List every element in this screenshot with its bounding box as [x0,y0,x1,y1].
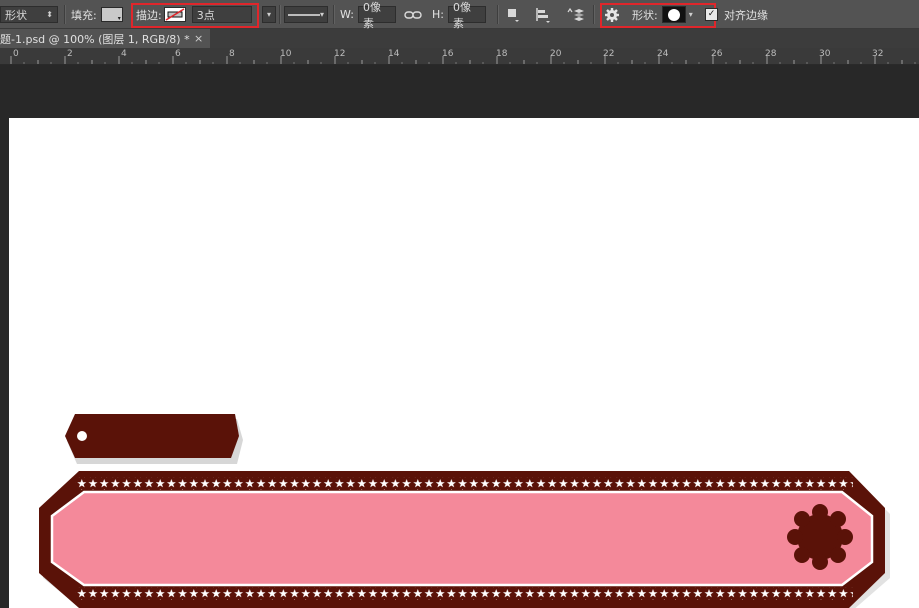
canvas-area[interactable] [0,65,919,608]
ruler-label: 0 [13,49,19,59]
ruler-label: 14 [388,49,400,59]
scalloped-badge[interactable] [787,504,853,570]
align-edges-label: 对齐边缘 [724,8,768,22]
height-value: 0像素 [452,0,471,30]
star-border-top [75,477,853,490]
ruler-label: 24 [657,49,669,59]
stroke-highlight-box [131,3,259,28]
stroke-type-select[interactable]: ▾ [284,0,328,29]
height-group: H: 0像素 [432,0,486,30]
banner-pink-panel [50,490,874,587]
ruler-label: 6 [175,49,181,59]
ruler-label: 18 [496,49,508,59]
ruler-label: 10 [280,49,292,59]
artwork [39,414,890,608]
path-operations-button[interactable] [506,0,520,29]
chevron-down-icon: ▾ [117,15,121,22]
ruler-label: 28 [765,49,777,59]
stroke-width-dropdown[interactable]: ▾ [262,0,276,29]
ruler-label: 30 [819,49,831,59]
chevron-down-icon: ▾ [319,10,324,19]
fill-label: 填充: [71,8,97,22]
ruler-label: 20 [550,49,562,59]
ruler-label: 2 [67,49,73,59]
ruler-label: 8 [229,49,235,59]
path-alignment-icon [536,7,550,23]
link-dimensions-button[interactable] [404,0,422,29]
tool-mode-value: 形状 [5,8,27,22]
tag-hole [77,431,87,441]
ruler-label: 22 [603,49,615,59]
document-tab-title: 题-1.psd @ 100% (图层 1, RGB/8) * [0,32,190,46]
chevron-up-down-icon: ⬍ [46,10,53,19]
divider [64,5,66,24]
align-edges-group: ✓ 对齐边缘 [705,0,768,29]
ruler-label: 32 [872,49,884,59]
ruler-label: 26 [711,49,723,59]
divider [593,5,595,24]
horizontal-ruler[interactable]: 0 2 4 6 8 10 12 14 16 18 20 22 24 26 28 … [0,48,919,65]
shape-highlight-box [600,3,716,28]
divider [497,5,499,24]
path-alignment-button[interactable] [535,0,551,29]
close-icon[interactable]: × [194,32,203,45]
ruler-label: 4 [121,49,127,59]
divider [279,5,281,24]
path-operations-icon [508,8,519,22]
link-icon [404,10,422,19]
fill-group: 填充: ▾ [71,0,123,29]
height-field[interactable]: 0像素 [447,1,486,30]
ruler-label: 16 [442,49,454,59]
height-label: H: [432,8,444,21]
document-canvas[interactable] [9,118,919,608]
document-tab[interactable]: 题-1.psd @ 100% (图层 1, RGB/8) * × [0,29,210,48]
tool-mode-select[interactable]: 形状 ⬍ [0,0,60,29]
tag-shape[interactable] [65,414,243,464]
fill-swatch[interactable]: ▾ [100,7,123,22]
ruler-ticks [10,56,916,64]
align-edges-checkbox[interactable]: ✓ [705,8,718,21]
width-group: W: 0像素 [340,0,396,30]
options-bar: 形状 ⬍ 填充: ▾ 描边: 3点 ▾ ▾ W: 0像素 H: 0像素 形状: … [0,0,919,30]
width-field[interactable]: 0像素 [357,1,396,30]
document-tab-bar: 题-1.psd @ 100% (图层 1, RGB/8) * × [0,29,919,48]
ruler-label: 12 [334,49,346,59]
path-arrangement-icon [567,7,584,21]
path-arrangement-button[interactable] [566,0,584,29]
star-border-bottom [75,587,853,600]
width-value: 0像素 [362,0,381,30]
chevron-down-icon: ▾ [266,10,271,19]
width-label: W: [340,8,354,21]
divider [333,5,335,24]
stroke-line-style-icon [288,13,320,16]
banner-shape[interactable] [39,471,890,608]
